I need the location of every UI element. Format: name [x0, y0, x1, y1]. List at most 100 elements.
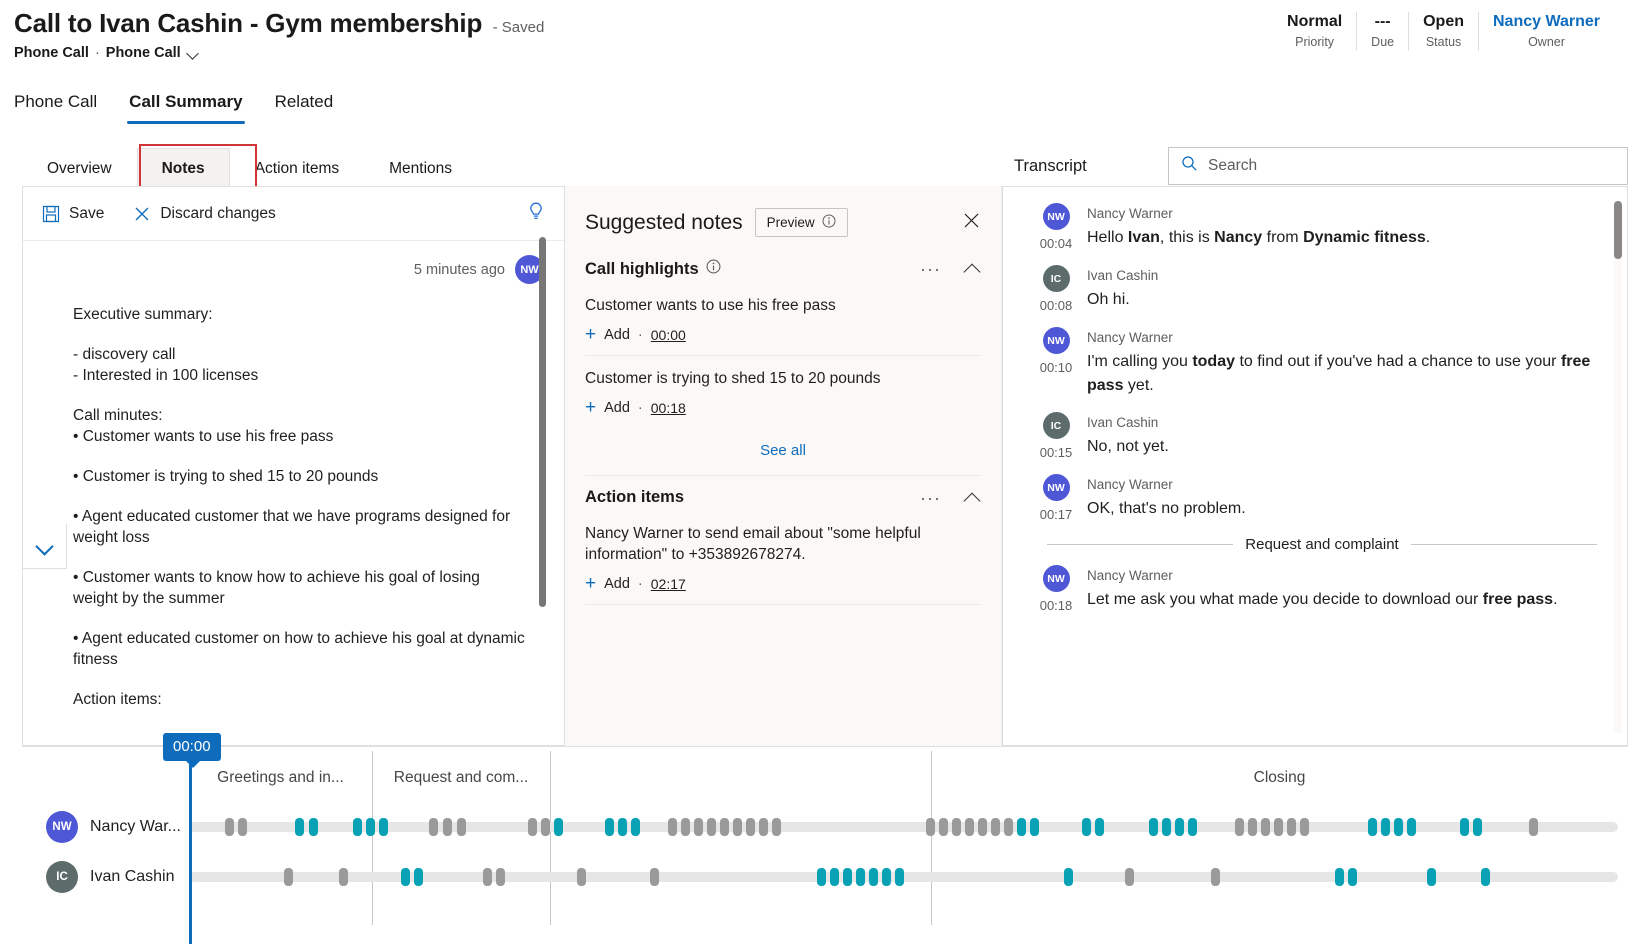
timestamp-link[interactable]: 00:00 — [651, 327, 686, 343]
timeline-utterance-mark[interactable] — [605, 818, 614, 836]
timeline-utterance-mark[interactable] — [869, 868, 878, 886]
chevron-down-icon[interactable] — [187, 47, 199, 59]
timeline-utterance-mark[interactable] — [1211, 868, 1220, 886]
timeline-utterance-mark[interactable] — [1125, 868, 1134, 886]
timeline-utterance-mark[interactable] — [1348, 868, 1357, 886]
transcript-timestamp[interactable]: 00:15 — [1040, 445, 1073, 460]
timeline-utterance-mark[interactable] — [978, 818, 987, 836]
timeline-utterance-mark[interactable] — [1381, 818, 1390, 836]
timeline-utterance-mark[interactable] — [1529, 818, 1538, 836]
timeline-utterance-mark[interactable] — [443, 818, 452, 836]
transcript-timestamp[interactable]: 00:08 — [1040, 298, 1073, 313]
timeline-utterance-mark[interactable] — [707, 818, 716, 836]
timeline-utterance-mark[interactable] — [843, 868, 852, 886]
preview-badge[interactable]: Preview — [754, 208, 848, 237]
notes-scrollbar[interactable] — [539, 237, 546, 607]
timeline-utterance-mark[interactable] — [1394, 818, 1403, 836]
timeline-utterance-mark[interactable] — [733, 818, 742, 836]
discard-changes-button[interactable]: Discard changes — [132, 204, 276, 223]
timeline-utterance-mark[interactable] — [528, 818, 537, 836]
timeline-utterance-mark[interactable] — [631, 818, 640, 836]
timeline-utterance-mark[interactable] — [238, 818, 247, 836]
timeline-utterance-mark[interactable] — [882, 868, 891, 886]
timeline-utterance-mark[interactable] — [295, 818, 304, 836]
transcript-scrollbar[interactable] — [1614, 201, 1622, 733]
timeline-utterance-mark[interactable] — [1427, 868, 1436, 886]
timeline-utterance-mark[interactable] — [457, 818, 466, 836]
timeline-utterance-mark[interactable] — [496, 868, 505, 886]
timeline-utterance-mark[interactable] — [772, 818, 781, 836]
timeline-utterance-mark[interactable] — [817, 868, 826, 886]
add-button[interactable]: Add — [604, 400, 630, 416]
timeline-utterance-mark[interactable] — [991, 818, 1000, 836]
timeline-utterance-mark[interactable] — [1300, 818, 1309, 836]
timeline-utterance-mark[interactable] — [830, 868, 839, 886]
timeline-utterance-mark[interactable] — [401, 868, 410, 886]
timeline-utterance-mark[interactable] — [965, 818, 974, 836]
timeline-utterance-mark[interactable] — [577, 868, 586, 886]
timeline-utterance-mark[interactable] — [694, 818, 703, 836]
timeline-utterance-mark[interactable] — [1248, 818, 1257, 836]
collapse-panel-button[interactable] — [22, 524, 67, 569]
header-field-priority[interactable]: Normal Priority — [1273, 12, 1356, 51]
timeline-track[interactable] — [189, 818, 1618, 836]
timeline-utterance-mark[interactable] — [1082, 818, 1091, 836]
timeline-playhead[interactable] — [189, 747, 192, 944]
timeline-utterance-mark[interactable] — [668, 818, 677, 836]
info-icon[interactable] — [822, 214, 836, 231]
timeline-utterance-mark[interactable] — [1274, 818, 1283, 836]
timeline-utterance-mark[interactable] — [353, 818, 362, 836]
timeline-utterance-mark[interactable] — [309, 818, 318, 836]
timeline-utterance-mark[interactable] — [1030, 818, 1039, 836]
timeline-utterance-mark[interactable] — [429, 818, 438, 836]
timeline-utterance-mark[interactable] — [1460, 818, 1469, 836]
header-field-owner[interactable]: Nancy Warner Owner — [1478, 12, 1614, 51]
timeline-utterance-mark[interactable] — [1004, 818, 1013, 836]
timeline-utterance-mark[interactable] — [1407, 818, 1416, 836]
timeline-utterance-mark[interactable] — [895, 868, 904, 886]
timeline-segment-label[interactable]: Request and com... — [372, 769, 550, 787]
notes-scrollbar-thumb[interactable] — [539, 237, 546, 607]
save-button[interactable]: Save — [41, 204, 104, 223]
transcript-timestamp[interactable]: 00:17 — [1040, 507, 1073, 522]
tab-related[interactable]: Related — [259, 80, 350, 124]
tab-mentions[interactable]: Mentions — [364, 148, 478, 188]
timeline-utterance-mark[interactable] — [1287, 818, 1296, 836]
plus-icon[interactable]: + — [585, 398, 596, 417]
timeline-track[interactable] — [189, 868, 1618, 886]
timeline-utterance-mark[interactable] — [366, 818, 375, 836]
transcript-scrollbar-thumb[interactable] — [1614, 201, 1622, 259]
timeline-utterance-mark[interactable] — [339, 868, 348, 886]
timeline-utterance-mark[interactable] — [225, 818, 234, 836]
timeline-utterance-mark[interactable] — [1064, 868, 1073, 886]
timeline-utterance-mark[interactable] — [379, 818, 388, 836]
tab-notes[interactable]: Notes — [136, 148, 230, 188]
timeline-segment-label[interactable]: Closing — [931, 769, 1628, 787]
timeline-utterance-mark[interactable] — [1095, 818, 1104, 836]
close-icon[interactable] — [962, 211, 981, 235]
tab-call-summary[interactable]: Call Summary — [113, 80, 258, 124]
transcript-timestamp[interactable]: 00:10 — [1040, 360, 1073, 375]
timeline-utterance-mark[interactable] — [720, 818, 729, 836]
timeline-utterance-mark[interactable] — [926, 818, 935, 836]
timestamp-link[interactable]: 00:18 — [651, 400, 686, 416]
timeline-utterance-mark[interactable] — [618, 818, 627, 836]
timeline-utterance-mark[interactable] — [759, 818, 768, 836]
timeline-segment-label[interactable]: Greetings and in... — [189, 769, 372, 787]
timeline-utterance-mark[interactable] — [1261, 818, 1270, 836]
timeline-utterance-mark[interactable] — [414, 868, 423, 886]
chevron-up-icon[interactable] — [963, 260, 981, 278]
timeline-utterance-mark[interactable] — [1481, 868, 1490, 886]
transcript-timestamp[interactable]: 00:04 — [1040, 236, 1073, 251]
section-overflow-menu-button[interactable]: ··· — [914, 260, 947, 278]
timeline-utterance-mark[interactable] — [1335, 868, 1344, 886]
tab-phone-call[interactable]: Phone Call — [14, 80, 113, 124]
add-button[interactable]: Add — [604, 576, 630, 592]
timeline-utterance-mark[interactable] — [483, 868, 492, 886]
header-field-status[interactable]: Open Status — [1408, 12, 1478, 51]
timeline-utterance-mark[interactable] — [1149, 818, 1158, 836]
timeline-utterance-mark[interactable] — [856, 868, 865, 886]
see-all-link[interactable]: See all — [585, 428, 981, 476]
notes-editor[interactable]: Executive summary: - discovery call - In… — [23, 284, 564, 732]
transcript-timestamp[interactable]: 00:18 — [1040, 598, 1073, 613]
